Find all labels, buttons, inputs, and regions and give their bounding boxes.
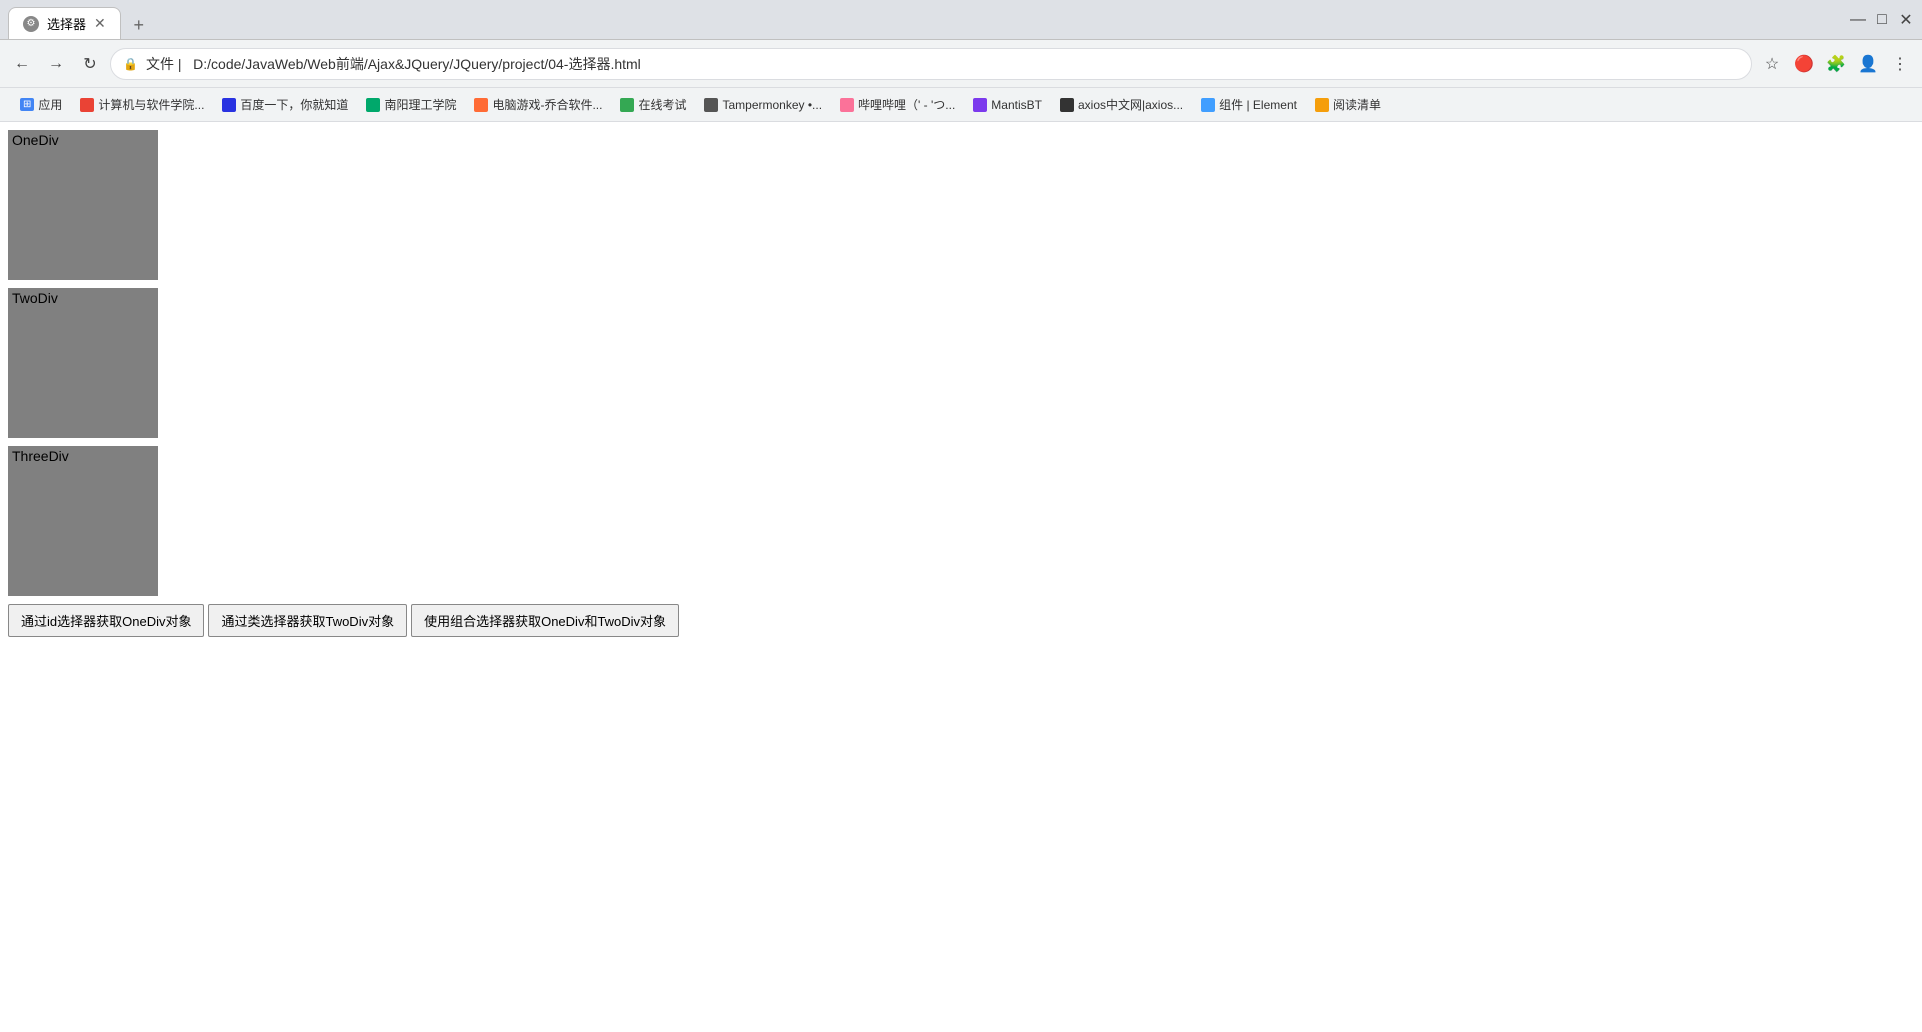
bookmark-apps[interactable]: ⊞ 应用	[12, 92, 70, 117]
bookmark-element[interactable]: 组件 | Element	[1193, 92, 1305, 117]
maximize-button[interactable]: □	[1874, 12, 1890, 28]
back-button[interactable]: ←	[8, 50, 36, 78]
bookmark-game[interactable]: 电脑游戏-乔合软件...	[466, 92, 610, 117]
bookmark-exam[interactable]: 在线考试	[612, 92, 694, 117]
axios-icon	[1060, 98, 1074, 112]
address-text: 文件 | D:/code/JavaWeb/Web前端/Ajax&JQuery/J…	[146, 54, 1739, 74]
bookmark-tampermonkey-label: Tampermonkey •...	[722, 98, 822, 112]
address-prefix: 文件 |	[146, 56, 182, 72]
one-div-box: OneDiv	[8, 130, 158, 280]
bookmark-mantisbt-label: MantisBT	[991, 98, 1042, 112]
btn-id-selector[interactable]: 通过id选择器获取OneDiv对象	[8, 604, 204, 637]
tab-bar: ⚙ 选择器 ✕ +	[8, 0, 1850, 39]
btn-combo-selector[interactable]: 使用组合选择器获取OneDiv和TwoDiv对象	[411, 604, 679, 637]
bookmark-edu-label: 计算机与软件学院...	[98, 96, 204, 113]
three-div-label: ThreeDiv	[12, 448, 69, 464]
tampermonkey-icon	[704, 98, 718, 112]
extension-button-2[interactable]: 🧩	[1822, 50, 1850, 78]
bookmark-baidu[interactable]: 百度一下，你就知道	[214, 92, 356, 117]
element-icon	[1201, 98, 1215, 112]
new-tab-button[interactable]: +	[125, 11, 153, 39]
nav-right-icons: ☆ 🔴 🧩 👤 ⋮	[1758, 50, 1914, 78]
title-bar: ⚙ 选择器 ✕ + — □ ✕	[0, 0, 1922, 40]
nav-bar: ← → ↻ 🔒 文件 | D:/code/JavaWeb/Web前端/Ajax&…	[0, 40, 1922, 88]
bookmark-bilibili-label: 哔哩哔哩（' - 'つ...	[858, 96, 955, 113]
one-div-label: OneDiv	[12, 132, 59, 148]
bookmark-baidu-label: 百度一下，你就知道	[240, 96, 348, 113]
bookmark-bilibili[interactable]: 哔哩哔哩（' - 'つ...	[832, 92, 963, 117]
lock-icon: 🔒	[123, 57, 138, 71]
page-content: OneDiv TwoDiv ThreeDiv 通过id选择器获取OneDiv对象…	[0, 122, 1922, 1032]
bookmark-readlist[interactable]: 阅读清单	[1307, 92, 1389, 117]
bookmark-nylt-label: 南阳理工学院	[384, 96, 456, 113]
three-div-box: ThreeDiv	[8, 446, 158, 596]
forward-button[interactable]: →	[42, 50, 70, 78]
bookmark-exam-label: 在线考试	[638, 96, 686, 113]
bilibili-icon	[840, 98, 854, 112]
buttons-row: 通过id选择器获取OneDiv对象 通过类选择器获取TwoDiv对象 使用组合选…	[8, 604, 1914, 637]
window-controls: — □ ✕	[1850, 12, 1914, 28]
bookmark-game-label: 电脑游戏-乔合软件...	[492, 96, 602, 113]
refresh-button[interactable]: ↻	[76, 50, 104, 78]
bookmark-readlist-label: 阅读清单	[1333, 96, 1381, 113]
tab-close-button[interactable]: ✕	[94, 15, 106, 32]
tab-favicon: ⚙	[23, 16, 39, 32]
apps-icon: ⊞	[20, 98, 34, 111]
bookmark-axios-label: axios中文网|axios...	[1078, 96, 1183, 113]
mantisbt-icon	[973, 98, 987, 112]
nylt-icon	[366, 98, 380, 112]
two-div-label: TwoDiv	[12, 290, 58, 306]
baidu-icon	[222, 98, 236, 112]
tab-title: 选择器	[47, 14, 86, 33]
bookmark-star-button[interactable]: ☆	[1758, 50, 1786, 78]
two-div-box: TwoDiv	[8, 288, 158, 438]
profile-button[interactable]: 👤	[1854, 50, 1882, 78]
game-icon	[474, 98, 488, 112]
bookmark-nylt[interactable]: 南阳理工学院	[358, 92, 464, 117]
extension-button-1[interactable]: 🔴	[1790, 50, 1818, 78]
minimize-button[interactable]: —	[1850, 12, 1866, 28]
address-bar[interactable]: 🔒 文件 | D:/code/JavaWeb/Web前端/Ajax&JQuery…	[110, 48, 1752, 80]
bookmark-element-label: 组件 | Element	[1219, 96, 1297, 113]
close-button[interactable]: ✕	[1898, 12, 1914, 28]
bookmark-edu[interactable]: 计算机与软件学院...	[72, 92, 212, 117]
readlist-icon	[1315, 98, 1329, 112]
address-url: D:/code/JavaWeb/Web前端/Ajax&JQuery/JQuery…	[193, 56, 641, 72]
bookmarks-bar: ⊞ 应用 计算机与软件学院... 百度一下，你就知道 南阳理工学院 电脑游戏-乔…	[0, 88, 1922, 122]
bookmark-apps-label: 应用	[38, 96, 62, 113]
edu-icon	[80, 98, 94, 112]
menu-button[interactable]: ⋮	[1886, 50, 1914, 78]
exam-icon	[620, 98, 634, 112]
bookmark-axios[interactable]: axios中文网|axios...	[1052, 92, 1191, 117]
browser-window: ⚙ 选择器 ✕ + — □ ✕ ← → ↻ 🔒 文件 | D:/code/Jav…	[0, 0, 1922, 1032]
btn-class-selector[interactable]: 通过类选择器获取TwoDiv对象	[208, 604, 407, 637]
bookmark-tampermonkey[interactable]: Tampermonkey •...	[696, 94, 830, 116]
bookmark-mantisbt[interactable]: MantisBT	[965, 94, 1050, 116]
active-tab[interactable]: ⚙ 选择器 ✕	[8, 7, 121, 39]
